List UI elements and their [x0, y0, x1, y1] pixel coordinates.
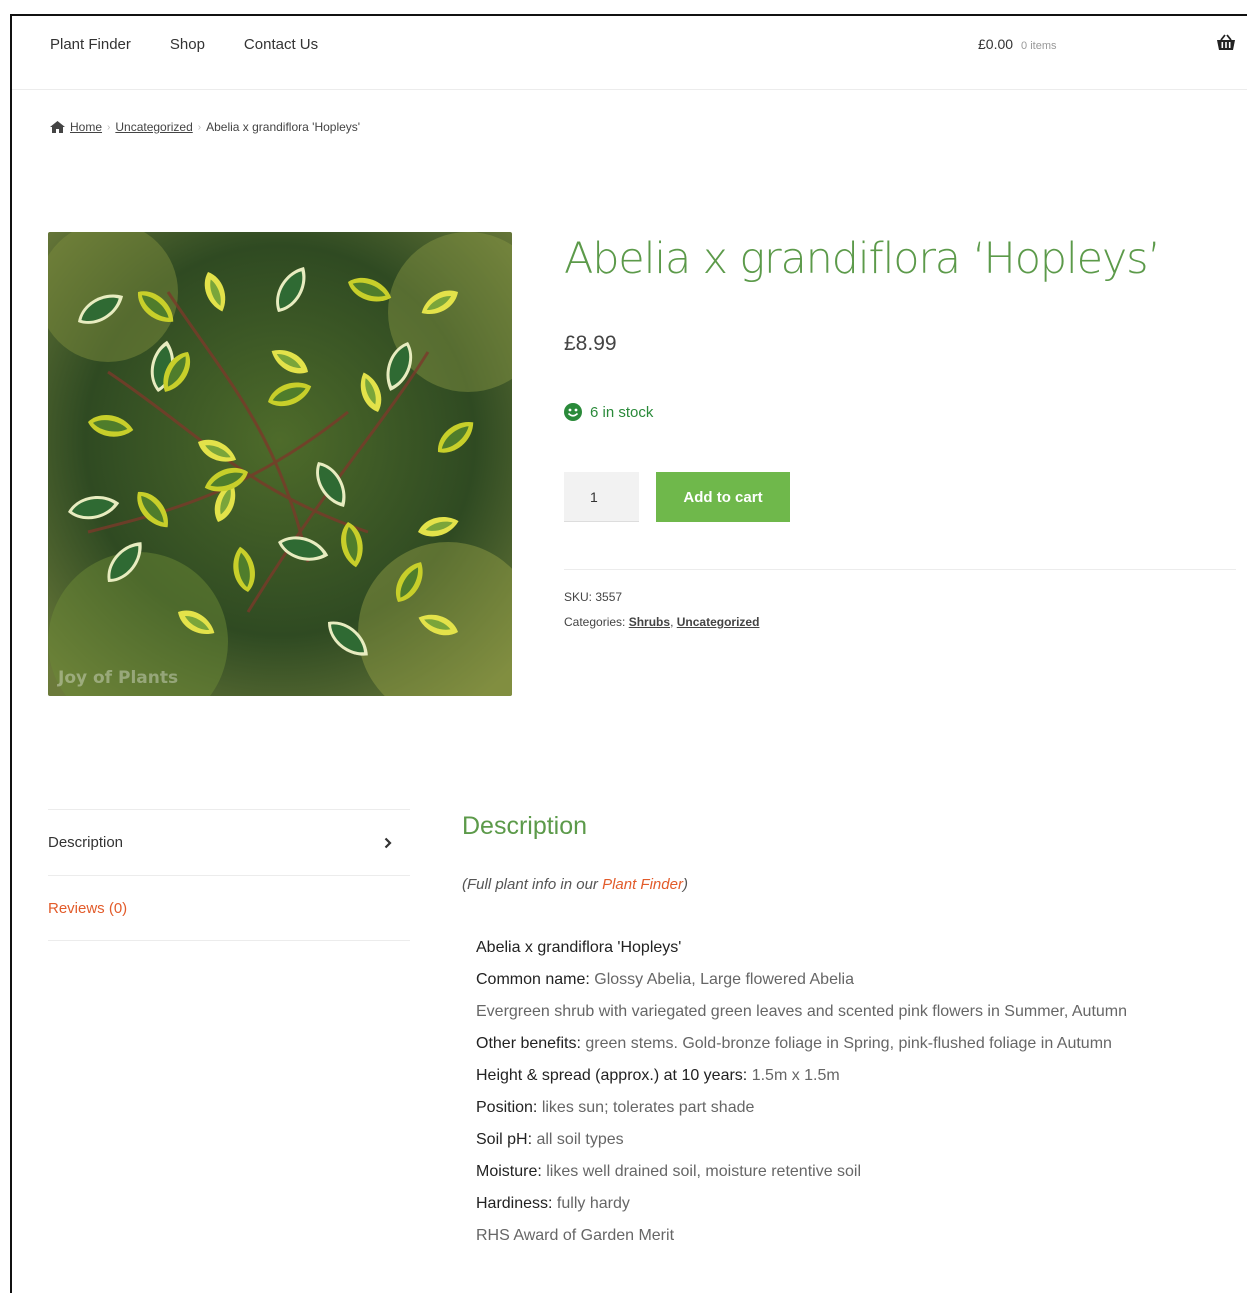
detail-label: Soil pH: [476, 1131, 533, 1148]
detail-row: Moisture: likes well drained soil, moist… [476, 1162, 1236, 1182]
breadcrumb-category[interactable]: Uncategorized [115, 120, 192, 134]
product-image[interactable]: Joy of Plants [48, 232, 512, 696]
cart-summary[interactable]: £0.00 0 items [978, 36, 1057, 52]
cart-amount: £0.00 [978, 36, 1014, 52]
detail-row: RHS Award of Garden Merit [476, 1226, 1236, 1246]
tab-reviews[interactable]: Reviews (0) [48, 875, 410, 941]
category-separator: , [670, 615, 674, 629]
image-watermark: Joy of Plants [58, 668, 179, 688]
quantity-input[interactable] [564, 472, 639, 522]
chevron-right-icon [384, 837, 392, 848]
page-frame: Plant Finder Shop Contact Us £0.00 0 ite… [10, 14, 1247, 1293]
detail-value: green stems. Gold-bronze foliage in Spri… [580, 1035, 1112, 1052]
category-link-uncategorized[interactable]: Uncategorized [677, 615, 760, 629]
detail-row: Soil pH: all soil types [476, 1130, 1236, 1150]
detail-value: Evergreen shrub with variegated green le… [476, 1003, 1128, 1020]
description-heading: Description [462, 812, 588, 840]
sku-value: 3557 [595, 590, 623, 604]
detail-label: Height & spread (approx.) at 10 years: [476, 1067, 748, 1084]
detail-value: Abelia x grandiflora 'Hopleys' [476, 939, 682, 956]
primary-nav: Plant Finder Shop Contact Us [50, 36, 318, 53]
detail-row: Hardiness: fully hardy [476, 1194, 1236, 1214]
detail-value: fully hardy [552, 1195, 630, 1212]
detail-label: Position: [476, 1099, 538, 1116]
tab-reviews-label: Reviews (0) [48, 899, 128, 917]
site-header: Plant Finder Shop Contact Us £0.00 0 ite… [12, 16, 1247, 90]
categories-line: Categories: Shrubs, Uncategorized [564, 615, 759, 629]
description-intro: (Full plant info in our Plant Finder) [462, 876, 688, 893]
breadcrumb-current: Abelia x grandiflora 'Hopleys' [206, 120, 361, 134]
breadcrumb: Home › Uncategorized › Abelia x grandifl… [50, 120, 360, 134]
breadcrumb-separator: › [197, 121, 202, 133]
detail-value: likes well drained soil, moisture retent… [541, 1163, 862, 1180]
foliage-photo [48, 232, 512, 696]
detail-label: Common name: [476, 971, 590, 988]
product-tabs: Description Reviews (0) [48, 809, 410, 941]
nav-contact-us[interactable]: Contact Us [244, 36, 318, 53]
detail-label: Hardiness: [476, 1195, 553, 1212]
detail-value: RHS Award of Garden Merit [476, 1227, 675, 1244]
cart-count: 0 items [1021, 40, 1057, 52]
detail-row: Common name: Glossy Abelia, Large flower… [476, 970, 1236, 990]
detail-row: Height & spread (approx.) at 10 years: 1… [476, 1066, 1236, 1086]
product-price: £8.99 [564, 332, 617, 355]
detail-row: Position: likes sun; tolerates part shad… [476, 1098, 1236, 1118]
detail-value: Glossy Abelia, Large flowered Abelia [589, 971, 854, 988]
stock-status: 6 in stock [564, 403, 653, 421]
nav-plant-finder[interactable]: Plant Finder [50, 36, 131, 53]
sku-label: SKU: [564, 590, 593, 604]
tab-description[interactable]: Description [48, 809, 410, 875]
stock-text: 6 in stock [590, 403, 654, 421]
add-to-cart-button[interactable]: Add to cart [656, 472, 790, 522]
summary-divider [564, 569, 1236, 570]
breadcrumb-home[interactable]: Home [70, 120, 102, 134]
intro-prefix: (Full plant info in our [462, 876, 603, 893]
description-details: Abelia x grandiflora 'Hopleys' Common na… [476, 938, 1236, 1258]
home-icon [50, 121, 65, 133]
categories-label: Categories: [564, 615, 626, 629]
detail-label: Moisture: [476, 1163, 542, 1180]
detail-row: Evergreen shrub with variegated green le… [476, 1002, 1236, 1022]
product-title: Abelia x grandiflora ‘Hopleys’ [564, 234, 1161, 284]
detail-value: likes sun; tolerates part shade [537, 1099, 755, 1116]
detail-row: Abelia x grandiflora 'Hopleys' [476, 938, 1236, 958]
category-link-shrubs[interactable]: Shrubs [629, 615, 670, 629]
detail-value: all soil types [532, 1131, 624, 1148]
intro-suffix: ) [682, 876, 688, 893]
basket-icon[interactable] [1216, 34, 1236, 52]
tab-description-label: Description [48, 834, 124, 851]
sku-line: SKU: 3557 [564, 590, 622, 604]
nav-shop[interactable]: Shop [170, 36, 205, 53]
plant-finder-link[interactable]: Plant Finder [602, 876, 683, 893]
smile-icon [564, 403, 582, 421]
detail-row: Other benefits: green stems. Gold-bronze… [476, 1034, 1236, 1054]
detail-label: Other benefits: [476, 1035, 581, 1052]
breadcrumb-separator: › [107, 121, 111, 133]
detail-value: 1.5m x 1.5m [747, 1067, 840, 1084]
